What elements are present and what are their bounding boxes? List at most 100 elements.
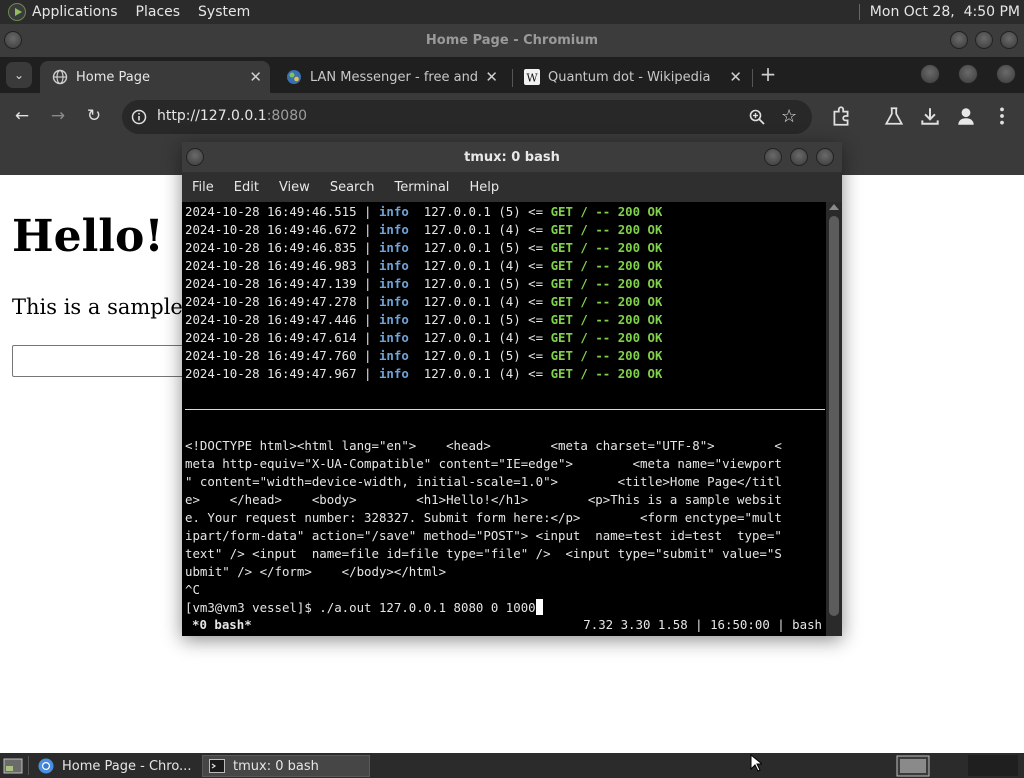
maximize-button[interactable] [975,31,993,49]
tmux-pane-divider[interactable] [185,409,825,410]
log-timestamp: 2024-10-28 16:49:47.967 [185,366,357,381]
browser-titlebar[interactable]: Home Page - Chromium [0,24,1024,57]
log-address: 127.0.0.1 (4) <= [423,366,551,381]
close-button[interactable] [1000,31,1018,49]
svg-text:W: W [526,72,538,85]
lan-messenger-icon [287,70,301,84]
log-level: info [378,276,409,291]
taskbar-item-label: Home Page - Chro... [62,758,192,774]
log-separator: | [356,366,379,381]
log-timestamp: 2024-10-28 16:49:47.614 [185,330,357,345]
mouse-pointer-icon [750,754,762,772]
log-separator: | [356,204,379,219]
log-request: GET / -- 200 OK [550,330,663,345]
log-separator [409,204,424,219]
page-paragraph: This is a sample w [12,295,208,319]
profile-avatar-icon[interactable] [955,105,977,127]
back-icon[interactable]: ← [11,105,33,127]
browser-toolbar: ← → ↻ http://127.0.0.1:8080 ☆ [0,93,1024,140]
applications-icon [8,3,26,21]
address-bar[interactable]: http://127.0.0.1:8080 ☆ [122,100,812,134]
download-icon[interactable] [919,105,941,127]
address-text[interactable]: http://127.0.0.1:8080 [157,108,307,124]
terminal-screen[interactable]: 2024-10-28 16:49:46.515 | info 127.0.0.1… [182,202,826,636]
more-menu-icon[interactable] [991,105,1013,127]
tab-search-button[interactable]: ⌄ [6,62,32,88]
window-control-icon[interactable] [996,64,1016,84]
workspace-switcher-icon[interactable] [896,755,930,777]
tab-lan-messenger[interactable]: LAN Messenger - free and op ✕ [274,61,506,93]
reload-icon[interactable]: ↻ [83,105,105,127]
maximize-button[interactable] [790,148,808,166]
close-button[interactable] [816,148,834,166]
new-tab-button[interactable]: + [758,63,778,85]
zoom-icon[interactable] [748,108,766,126]
log-timestamp: 2024-10-28 16:49:46.835 [185,240,357,255]
globe-icon [52,69,68,85]
window-control-icon[interactable] [958,64,978,84]
log-address: 127.0.0.1 (4) <= [423,258,551,273]
log-line: 2024-10-28 16:49:47.614 | info 127.0.0.1… [185,329,662,347]
menu-view[interactable]: View [269,180,320,195]
tab-strip: ⌄ Home Page ✕ LAN Messenger - free and o… [0,57,1024,93]
log-separator [409,222,424,237]
bookmark-star-icon[interactable]: ☆ [781,106,797,127]
command-line[interactable]: [vm3@vm3 vessel]$ ./a.out 127.0.0.1 8080… [185,599,782,617]
output-line: ipart/form-data" action="/save" method="… [185,528,782,543]
tmux-pane-server-log: 2024-10-28 16:49:46.515 | info 127.0.0.1… [185,203,662,383]
forward-icon[interactable]: → [47,105,69,127]
labs-flask-icon[interactable] [883,105,905,127]
workspace-slot[interactable] [968,755,1018,776]
bottom-taskbar: Home Page - Chro... tmux: 0 bash [0,753,1024,778]
log-separator [409,330,424,345]
terminal-menubar: File Edit View Search Terminal Help [182,172,842,202]
tmux-status-info: 7.32 3.30 1.58 | 16:50:00 | bash [583,617,822,632]
tab-quantum-dot[interactable]: W Quantum dot - Wikipedia ✕ [512,61,750,93]
log-line: 2024-10-28 16:49:46.515 | info 127.0.0.1… [185,203,662,221]
scroll-up-arrow-icon[interactable] [829,204,839,210]
window-menu-button[interactable] [4,31,22,49]
scrollbar-thumb[interactable] [829,216,839,616]
terminal-titlebar[interactable]: tmux: 0 bash [182,142,842,172]
output-line: " content="width=device-width, initial-s… [185,474,782,489]
log-level: info [378,204,409,219]
close-tab-icon[interactable]: ✕ [485,68,498,86]
menu-file[interactable]: File [182,180,224,195]
close-tab-icon[interactable]: ✕ [249,68,262,86]
wikipedia-icon: W [524,69,540,85]
show-desktop-icon[interactable] [3,757,23,775]
places-menu[interactable]: Places [124,0,187,24]
minimize-button[interactable] [764,148,782,166]
log-level: info [378,240,409,255]
terminal-window: tmux: 0 bash File Edit View Search Termi… [182,142,842,636]
terminal-scrollbar[interactable] [826,202,842,636]
log-separator: | [356,330,379,345]
window-menu-button[interactable] [186,148,204,166]
log-address: 127.0.0.1 (5) <= [423,348,551,363]
log-request: GET / -- 200 OK [550,294,663,309]
url-host: http://127.0.0.1 [157,108,267,124]
taskbar-item-chromium[interactable]: Home Page - Chro... [32,755,196,777]
minimize-button[interactable] [950,31,968,49]
panel-clock[interactable]: Mon Oct 28, 4:50 PM [858,0,1020,24]
log-request: GET / -- 200 OK [550,276,663,291]
shell-prompt: [vm3@vm3 vessel]$ [185,600,320,615]
close-tab-icon[interactable]: ✕ [729,68,742,86]
taskbar-item-terminal[interactable]: tmux: 0 bash [202,755,370,777]
log-separator [409,240,424,255]
system-menu[interactable]: System [186,0,256,24]
tab-home-page[interactable]: Home Page ✕ [40,61,270,93]
extensions-icon[interactable] [830,105,852,127]
tab-title: Home Page [76,69,150,85]
tmux-window-indicator[interactable]: *0 bash* [192,616,252,634]
window-control-icon[interactable] [920,64,940,84]
menu-help[interactable]: Help [459,180,509,195]
text-cursor [535,599,543,615]
log-separator: | [356,312,379,327]
menu-search[interactable]: Search [320,180,385,195]
menu-terminal[interactable]: Terminal [384,180,459,195]
log-timestamp: 2024-10-28 16:49:47.278 [185,294,357,309]
site-info-icon[interactable] [131,109,147,125]
applications-menu[interactable]: Applications [0,0,124,24]
menu-edit[interactable]: Edit [224,180,269,195]
